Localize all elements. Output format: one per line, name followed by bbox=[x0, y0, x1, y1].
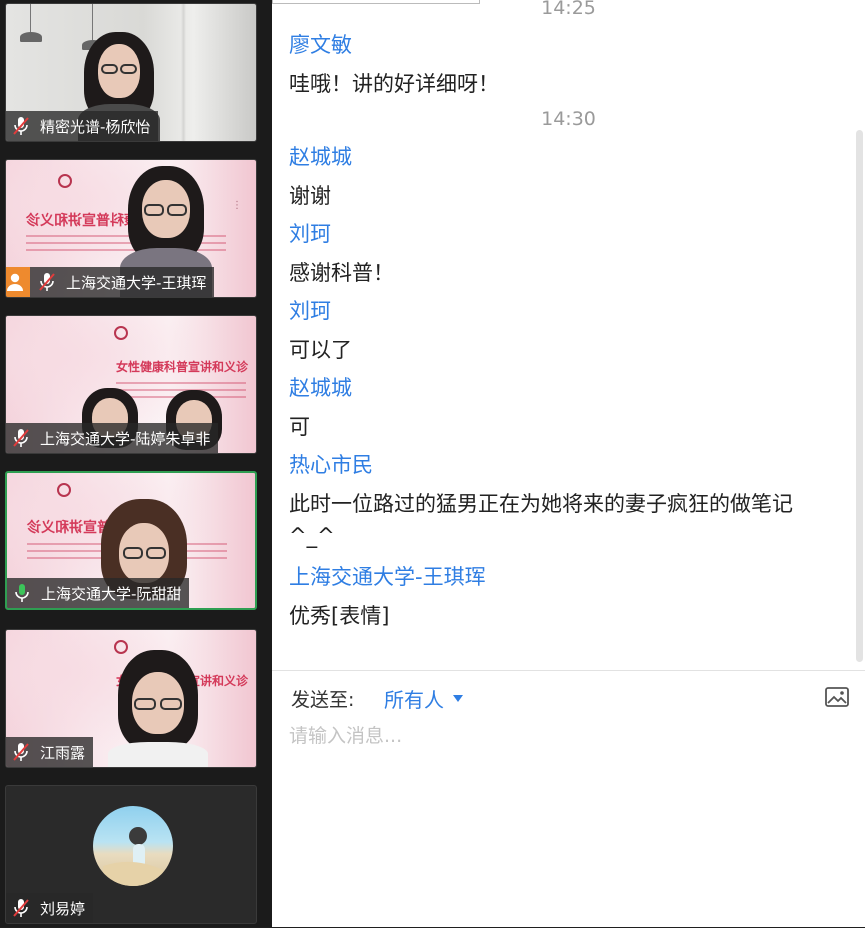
chat-sender-name[interactable]: 赵城城 bbox=[289, 372, 352, 402]
video-tile[interactable]: 刘易婷 bbox=[5, 785, 257, 924]
chat-sender-name[interactable]: 热心市民 bbox=[289, 449, 373, 479]
participant-nametag: 上海交通大学-王琪珲 bbox=[6, 267, 215, 297]
mic-muted-icon bbox=[13, 899, 29, 917]
video-tile-active[interactable]: 女性健康科普宣讲和义诊 上海交通大学-阮甜甜 bbox=[5, 471, 257, 610]
mic-muted-icon bbox=[39, 273, 55, 291]
video-tile[interactable]: 精密光谱-杨欣怡 bbox=[5, 3, 257, 142]
mic-active-icon bbox=[15, 584, 29, 602]
chat-scrollbar[interactable] bbox=[856, 130, 863, 662]
participant-nametag: 精密光谱-杨欣怡 bbox=[6, 111, 159, 141]
participant-name: 精密光谱-杨欣怡 bbox=[40, 117, 151, 136]
participant-name: 江雨露 bbox=[40, 743, 86, 762]
chat-message: 优秀[表情] bbox=[289, 604, 390, 628]
participant-name: 上海交通大学-王琪珲 bbox=[66, 273, 207, 292]
participant-nametag: 刘易婷 bbox=[6, 893, 94, 923]
mic-muted-icon bbox=[13, 429, 29, 447]
recipient-dropdown[interactable]: 所有人 bbox=[384, 684, 463, 713]
chat-compose-area: 发送至: 所有人 bbox=[272, 670, 865, 928]
chat-message: 可 bbox=[289, 415, 310, 439]
participant-nametag: 上海交通大学-阮甜甜 bbox=[7, 578, 190, 608]
video-tile[interactable]: 女性健康科普宣讲和义诊 ⋮ 上海交通大学-王琪珲 bbox=[5, 159, 257, 298]
chat-message-list[interactable]: 14:25 廖文敏 哇哦！讲的好详细呀！ 14:30 赵城城 谢谢 刘珂 感谢科… bbox=[272, 0, 865, 670]
send-to-label: 发送至: bbox=[291, 689, 355, 711]
chat-sender-name[interactable]: 刘珂 bbox=[289, 218, 331, 248]
video-tile[interactable]: 女性健康科普宣讲和义诊 上海交通大学-陆婷朱卓非 bbox=[5, 315, 257, 454]
poster-title-text: 女性健康科普宣讲和义诊 bbox=[116, 360, 249, 374]
chat-timestamp: 14:25 bbox=[541, 0, 596, 19]
chat-sender-name[interactable]: 赵城城 bbox=[289, 141, 352, 171]
chat-timestamp: 14:30 bbox=[541, 108, 596, 130]
chat-message: 感谢科普！ bbox=[289, 261, 394, 285]
mic-muted-icon bbox=[13, 743, 29, 761]
chat-sender-name[interactable]: 刘珂 bbox=[289, 295, 331, 325]
participant-name: 上海交通大学-阮甜甜 bbox=[41, 584, 182, 603]
chat-message: ^_^ bbox=[289, 524, 335, 548]
message-input[interactable] bbox=[289, 721, 845, 841]
image-icon[interactable] bbox=[825, 687, 849, 707]
mic-muted-icon bbox=[13, 117, 29, 135]
chat-message: 哇哦！讲的好详细呀！ bbox=[289, 72, 499, 96]
chat-sender-name[interactable]: 廖文敏 bbox=[289, 29, 352, 59]
recipient-value: 所有人 bbox=[384, 688, 444, 712]
ceiling-lamp bbox=[20, 32, 42, 42]
chat-message: 可以了 bbox=[289, 338, 352, 362]
caret-down-icon bbox=[453, 695, 463, 702]
participant-name: 刘易婷 bbox=[40, 899, 86, 918]
chat-message: 谢谢 bbox=[289, 184, 331, 208]
video-tile[interactable]: 女性健康科普宣讲和义诊 江雨露 bbox=[5, 629, 257, 768]
participant-name: 上海交通大学-陆婷朱卓非 bbox=[40, 429, 211, 448]
participant-nametag: 江雨露 bbox=[6, 737, 94, 767]
participant-nametag: 上海交通大学-陆婷朱卓非 bbox=[6, 423, 219, 453]
chat-sender-name[interactable]: 上海交通大学-王琪珲 bbox=[289, 561, 486, 591]
user-icon bbox=[6, 267, 30, 297]
avatar bbox=[93, 806, 173, 886]
chat-panel: 14:25 廖文敏 哇哦！讲的好详细呀！ 14:30 赵城城 谢谢 刘珂 感谢科… bbox=[272, 0, 865, 927]
chat-message: 此时一位路过的猛男正在为她将来的妻子疯狂的做笔记 bbox=[289, 492, 793, 516]
video-gallery: 精密光谱-杨欣怡 女性健康科普宣讲和义诊 ⋮ 上海交通大学-王琪珲 女性健康科普… bbox=[0, 0, 272, 927]
